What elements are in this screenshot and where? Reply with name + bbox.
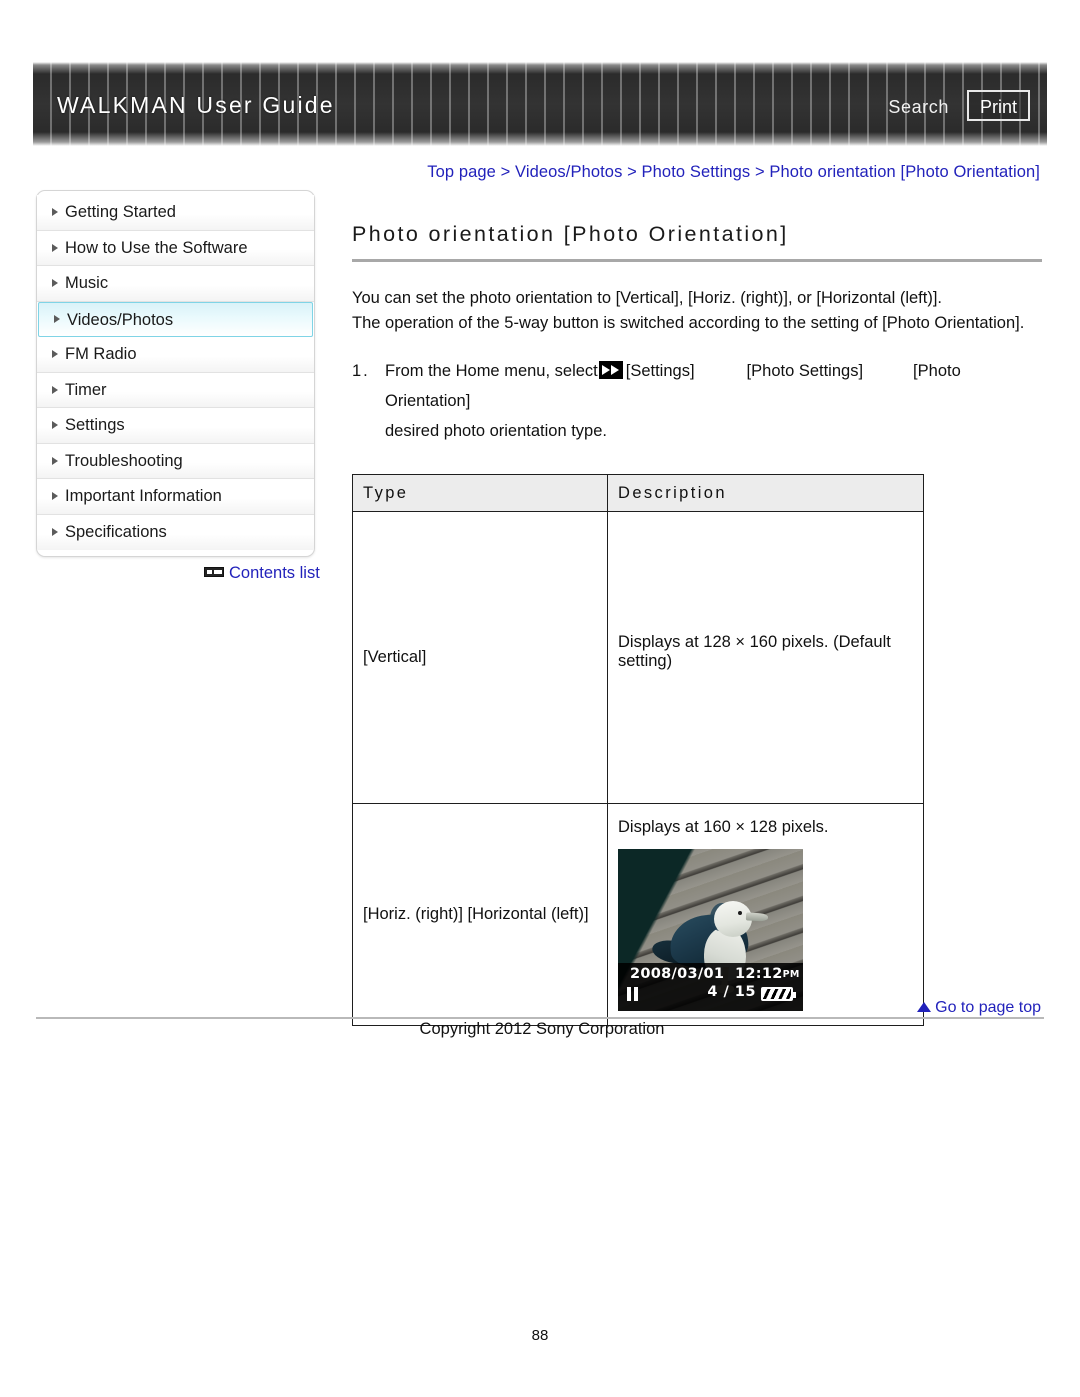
- sidebar-item-label: Getting Started: [65, 203, 176, 221]
- sidebar-item-videos-photos[interactable]: Videos/Photos: [38, 301, 313, 337]
- search-link[interactable]: Search: [888, 97, 949, 118]
- seagull-eye: [738, 911, 742, 915]
- bullet-arrow-icon: [52, 492, 58, 501]
- triangle-up-icon: [917, 1002, 932, 1012]
- step-photo-settings-label: [Photo Settings]: [746, 362, 864, 380]
- intro-paragraphs: You can set the photo orientation to [Ve…: [352, 286, 1042, 336]
- table-header-row: Type Description: [352, 474, 924, 512]
- column-header-description: Description: [607, 474, 924, 512]
- sidebar-item-label: Specifications: [65, 522, 167, 541]
- sidebar-item-label: Troubleshooting: [65, 451, 183, 470]
- column-header-type: Type: [352, 474, 608, 512]
- sidebar-item-specifications[interactable]: Specifications: [37, 514, 314, 550]
- site-title: WALKMAN User Guide: [57, 92, 335, 118]
- go-to-page-top-link[interactable]: Go to page top: [917, 999, 1041, 1017]
- sidebar-item-music[interactable]: Music: [37, 266, 314, 302]
- bullet-arrow-icon: [52, 421, 58, 430]
- description-text: Displays at 128 × 160 pixels. (Default s…: [618, 632, 891, 670]
- bullet-arrow-icon: [52, 243, 58, 252]
- sidebar-item-settings[interactable]: Settings: [37, 408, 314, 444]
- step-1: 1. From the Home menu, select [Settings] […: [352, 356, 1042, 446]
- bullet-arrow-icon: [52, 350, 58, 359]
- sidebar-item-important-information[interactable]: Important Information: [37, 479, 314, 515]
- step-number: 1.: [352, 362, 370, 380]
- sidebar-item-fm-radio[interactable]: FM Radio: [37, 337, 314, 373]
- step-settings-label: [Settings]: [625, 362, 695, 380]
- intro-line-1: You can set the photo orientation to [Ve…: [352, 289, 943, 307]
- site-header: WALKMAN User Guide Search Print: [33, 62, 1047, 146]
- description-text: Displays at 160 × 128 pixels.: [618, 818, 829, 836]
- sidebar-item-label: Settings: [65, 416, 125, 434]
- bullet-arrow-icon: [52, 456, 58, 465]
- page-title: Photo orientation [Photo Orientation]: [352, 222, 1042, 262]
- photo-info-overlay: 2008/03/01 12:12PM 4 / 15: [618, 963, 803, 1011]
- sidebar-item-label: How to Use the Software: [65, 238, 248, 257]
- seagull-photo-thumbnail: 2008/03/01 12:12PM 4 / 15: [618, 849, 803, 1011]
- photo-date: 2008/03/01: [630, 966, 725, 982]
- main-content: Photo orientation [Photo Orientation] Yo…: [352, 222, 1042, 1026]
- page-number: 88: [531, 1327, 549, 1344]
- sidebar-nav: Getting Started How to Use the Software …: [36, 190, 315, 557]
- step-text-line-2: desired photo orientation type.: [385, 422, 607, 440]
- contents-list-label: Contents list: [229, 564, 320, 582]
- bullet-arrow-icon: [52, 528, 58, 537]
- sidebar-item-label: Videos/Photos: [67, 310, 174, 329]
- cell-type-vertical: [Vertical]: [352, 511, 608, 804]
- seagull-beak: [745, 912, 769, 922]
- sidebar-item-label: Timer: [65, 380, 107, 399]
- cell-description-vertical: Displays at 128 × 160 pixels. (Default s…: [607, 511, 924, 804]
- print-button[interactable]: Print: [967, 90, 1030, 121]
- cell-type-horizontal: [Horiz. (right)] [Horizontal (left)]: [352, 803, 608, 1026]
- bullet-arrow-icon: [52, 208, 58, 217]
- table-row: [Horiz. (right)] [Horizontal (left)] Dis…: [352, 803, 924, 1026]
- photo-counter: 4 / 15: [707, 984, 756, 1000]
- copyright-text: Copyright 2012 Sony Corporation: [419, 1020, 665, 1038]
- photo-datetime-line: 2008/03/01 12:12PM: [623, 966, 800, 982]
- sidebar-item-timer[interactable]: Timer: [37, 372, 314, 408]
- bullet-arrow-icon: [52, 385, 58, 394]
- breadcrumb[interactable]: Top page > Videos/Photos > Photo Setting…: [427, 163, 1040, 182]
- sidebar-item-troubleshooting[interactable]: Troubleshooting: [37, 443, 314, 479]
- photo-time: 12:12: [735, 966, 783, 982]
- photo-ampm: PM: [782, 969, 800, 980]
- footer-divider: [36, 1017, 1044, 1019]
- bullet-arrow-icon: [54, 315, 60, 324]
- table-row: [Vertical] Displays at 128 × 160 pixels.…: [352, 511, 924, 804]
- cell-description-horizontal: Displays at 160 × 128 pixels. 2008/03/01…: [607, 803, 924, 1026]
- sidebar-item-label: Music: [65, 274, 109, 292]
- sidebar-item-label: FM Radio: [65, 345, 137, 363]
- bullet-arrow-icon: [52, 279, 58, 288]
- photo-orientation-table: Type Description [Vertical] Displays at …: [352, 474, 924, 1026]
- intro-line-2: The operation of the 5-way button is swi…: [352, 314, 1025, 332]
- sidebar-item-label: Important Information: [65, 487, 222, 505]
- contents-list-icon: [204, 567, 224, 577]
- fast-forward-icon: [598, 361, 623, 379]
- photo-status-line: 4 / 15: [623, 984, 798, 1004]
- battery-icon: [761, 987, 796, 1001]
- sidebar-item-how-to-use-the-software[interactable]: How to Use the Software: [37, 230, 314, 266]
- go-to-page-top-label: Go to page top: [935, 999, 1041, 1016]
- step-text-before-icon: From the Home menu, select: [385, 362, 598, 380]
- sidebar-item-getting-started[interactable]: Getting Started: [37, 195, 314, 231]
- contents-list-link[interactable]: Contents list: [204, 564, 320, 583]
- pause-icon: [627, 987, 638, 1001]
